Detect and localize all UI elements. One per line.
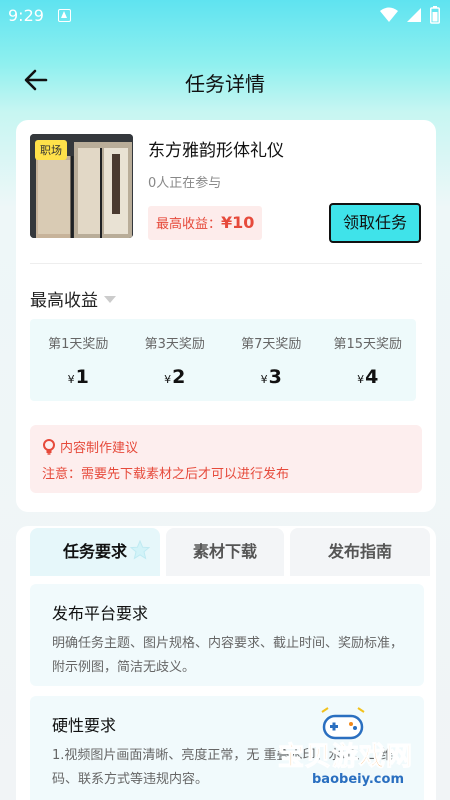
reward-value: 2 bbox=[172, 366, 186, 388]
tab-task-requirements[interactable]: 任务要求 bbox=[30, 528, 160, 576]
status-icons bbox=[380, 6, 440, 24]
task-name: 东方雅韵形体礼仪 bbox=[148, 141, 284, 161]
reward-item: 第3天奖励 ¥2 bbox=[127, 319, 224, 401]
hard-requirements-title: 硬性要求 bbox=[52, 712, 117, 739]
reward-day: 第7天奖励 bbox=[241, 337, 302, 352]
lightbulb-icon bbox=[43, 438, 55, 455]
status-time: 9:29 bbox=[8, 6, 44, 25]
block-title-text: 发布平台要求 bbox=[52, 604, 149, 623]
tab-publish-guide[interactable]: 发布指南 bbox=[290, 528, 430, 576]
max-earnings-label: 最高收益： bbox=[156, 217, 222, 232]
reward-schedule: 第1天奖励 ¥1 第3天奖励 ¥2 第7天奖励 ¥3 第15天奖励 ¥4 bbox=[30, 319, 416, 401]
divider bbox=[30, 263, 422, 264]
tab-strip: 任务要求 素材下载 发布指南 bbox=[30, 528, 430, 578]
reward-day: 第3天奖励 bbox=[144, 337, 205, 352]
currency-symbol: ¥ bbox=[164, 373, 172, 386]
reward-amount: ¥4 bbox=[320, 366, 417, 388]
battery-icon bbox=[430, 6, 440, 24]
reward-item: 第7天奖励 ¥3 bbox=[223, 319, 320, 401]
site-watermark: 宝贝游戏网 baobeiy.com bbox=[277, 706, 448, 796]
participant-count: 0人正在参与 bbox=[148, 176, 222, 191]
reward-value: 4 bbox=[365, 366, 379, 388]
watermark-text: 宝贝游戏网 bbox=[277, 742, 414, 773]
platform-requirements-title: 发布平台要求 bbox=[52, 600, 149, 627]
nav-bar: 任务详情 bbox=[0, 56, 450, 104]
category-badge: 职场 bbox=[35, 140, 67, 160]
status-bar: 9:29 bbox=[0, 0, 450, 32]
chevron-down-icon bbox=[104, 296, 116, 303]
task-card: 职场 东方雅韵形体礼仪 0人正在参与 最高收益：¥10 领取任务 最高收益 第1… bbox=[16, 120, 436, 512]
reward-day: 第15天奖励 bbox=[333, 337, 403, 352]
reward-item: 第15天奖励 ¥4 bbox=[320, 319, 417, 401]
tab-material-download[interactable]: 素材下载 bbox=[166, 528, 284, 576]
block-title-text: 硬性要求 bbox=[52, 716, 117, 735]
advice-note: 注意：需要先下载素材之后才可以进行发布 bbox=[42, 467, 290, 482]
wifi-icon bbox=[380, 7, 398, 22]
section-title: 最高收益 bbox=[30, 291, 98, 311]
max-earnings-tag: 最高收益：¥10 bbox=[148, 206, 262, 240]
reward-value: 1 bbox=[75, 366, 89, 388]
currency-symbol: ¥ bbox=[357, 373, 365, 386]
reward-amount: ¥2 bbox=[127, 366, 224, 388]
notification-icon bbox=[58, 9, 71, 22]
reward-amount: ¥1 bbox=[30, 366, 127, 388]
reward-item: 第1天奖励 ¥1 bbox=[30, 319, 127, 401]
currency-symbol: ¥ bbox=[67, 373, 75, 386]
reward-amount: ¥3 bbox=[223, 366, 320, 388]
max-earnings-section-header[interactable]: 最高收益 bbox=[30, 286, 116, 311]
platform-requirements-block: 发布平台要求 明确任务主题、图片规格、内容要求、截止时间、奖励标准，附示例图，简… bbox=[30, 584, 424, 686]
advice-title: 内容制作建议 bbox=[60, 441, 139, 456]
task-thumbnail[interactable]: 职场 bbox=[30, 134, 133, 238]
star-icon bbox=[130, 540, 150, 560]
reward-day: 第1天奖励 bbox=[48, 337, 109, 352]
tab-label: 任务要求 bbox=[62, 542, 127, 561]
page-title: 任务详情 bbox=[185, 72, 265, 96]
max-earnings-value: ¥10 bbox=[221, 213, 255, 232]
content-advice-box: 内容制作建议 注意：需要先下载素材之后才可以进行发布 bbox=[30, 425, 422, 493]
signal-icon bbox=[407, 8, 421, 22]
currency-symbol: ¥ bbox=[260, 373, 268, 386]
advice-title-row: 内容制作建议 bbox=[42, 437, 138, 456]
reward-value: 3 bbox=[268, 366, 282, 388]
watermark-url: baobeiy.com bbox=[312, 772, 404, 787]
platform-requirements-text: 明确任务主题、图片规格、内容要求、截止时间、奖励标准，附示例图，简洁无歧义。 bbox=[52, 636, 404, 675]
claim-task-button[interactable]: 领取任务 bbox=[329, 203, 421, 243]
